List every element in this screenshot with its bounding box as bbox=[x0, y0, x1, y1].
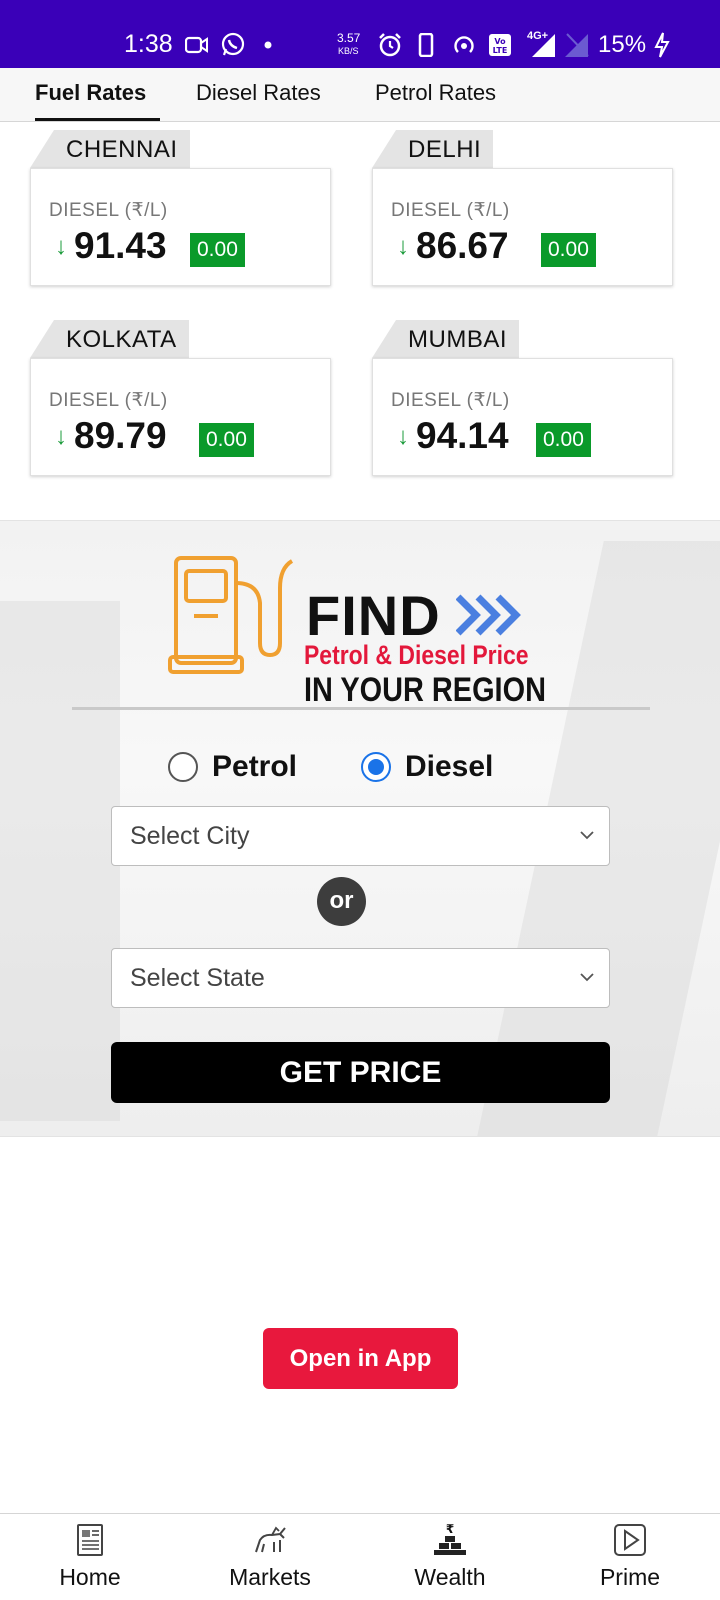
radio-label: Diesel bbox=[405, 750, 494, 783]
find-price-section: FIND Petrol & Diesel Price IN YOUR REGIO… bbox=[0, 520, 720, 1137]
down-arrow-icon: ↓ bbox=[397, 233, 409, 260]
or-separator: or bbox=[317, 877, 366, 926]
status-bar: 1:38 3.57 KB/S Vo LTE 4G+ 15% bbox=[0, 0, 720, 68]
radio-petrol[interactable]: Petrol bbox=[168, 747, 297, 787]
newspaper-icon bbox=[77, 1524, 103, 1556]
bull-icon bbox=[255, 1526, 286, 1553]
chevron-down-icon bbox=[580, 973, 594, 982]
find-title: FIND bbox=[306, 584, 441, 647]
fuel-label: DIESEL (₹/L) bbox=[49, 390, 168, 411]
nav-label: Markets bbox=[229, 1564, 311, 1590]
dot-icon bbox=[264, 41, 272, 49]
nav-markets[interactable]: Markets bbox=[180, 1514, 360, 1600]
fuel-price: 94.14 bbox=[416, 415, 509, 456]
price-change-badge: 0.00 bbox=[536, 423, 591, 457]
signal-icon bbox=[532, 34, 555, 57]
net-speed-value: 3.57 bbox=[337, 31, 361, 45]
tab-petrol-rates[interactable]: Petrol Rates bbox=[375, 80, 496, 106]
price-card: DIESEL (₹/L) ↓ 94.14 0.00 bbox=[372, 358, 673, 476]
svg-text:Vo: Vo bbox=[494, 37, 506, 46]
price-change-badge: 0.00 bbox=[541, 233, 596, 267]
active-tab-indicator bbox=[35, 118, 160, 121]
nav-label: Home bbox=[59, 1564, 121, 1590]
select-city-dropdown[interactable]: Select City bbox=[111, 806, 610, 866]
radio-unchecked-icon bbox=[168, 752, 198, 782]
fuel-label: DIESEL (₹/L) bbox=[391, 390, 510, 411]
tab-diesel-rates[interactable]: Diesel Rates bbox=[196, 80, 321, 106]
signal-empty-icon bbox=[565, 33, 589, 57]
fuel-pump-icon bbox=[168, 556, 294, 674]
nav-home[interactable]: Home bbox=[0, 1514, 180, 1600]
volte-icon: Vo LTE bbox=[489, 34, 511, 56]
charging-icon bbox=[654, 32, 670, 58]
price-change-badge: 0.00 bbox=[190, 233, 245, 267]
find-logo: FIND Petrol & Diesel Price IN YOUR REGIO… bbox=[168, 553, 548, 709]
nav-label: Wealth bbox=[414, 1564, 486, 1590]
find-region-title: IN YOUR REGION bbox=[304, 671, 546, 709]
alarm-icon bbox=[379, 33, 401, 57]
whatsapp-icon bbox=[221, 32, 245, 56]
phone-icon bbox=[418, 33, 434, 57]
get-price-button[interactable]: GET PRICE bbox=[111, 1042, 610, 1103]
fuel-label: DIESEL (₹/L) bbox=[49, 200, 168, 221]
radio-diesel[interactable]: Diesel bbox=[361, 747, 493, 787]
rupee-gold-icon: ₹ bbox=[434, 1522, 466, 1555]
fuel-tabs: Fuel Rates Diesel Rates Petrol Rates bbox=[0, 68, 720, 122]
video-camera-icon bbox=[185, 36, 208, 54]
city-name: KOLKATA bbox=[54, 320, 189, 358]
divider bbox=[72, 707, 650, 710]
battery-percent: 15% bbox=[598, 31, 647, 58]
city-name: DELHI bbox=[396, 130, 494, 168]
down-arrow-icon: ↓ bbox=[55, 423, 67, 450]
tab-fuel-rates[interactable]: Fuel Rates bbox=[35, 80, 146, 106]
bottom-navigation: Home Markets ₹ Wealth Prime bbox=[0, 1513, 720, 1600]
open-in-app-button[interactable]: Open in App bbox=[263, 1328, 458, 1389]
chevrons-icon bbox=[456, 594, 521, 636]
play-icon bbox=[614, 1524, 646, 1556]
city-name: CHENNAI bbox=[54, 130, 190, 168]
svg-text:LTE: LTE bbox=[493, 46, 508, 55]
chevron-down-icon bbox=[580, 831, 594, 840]
price-card: DIESEL (₹/L) ↓ 89.79 0.00 bbox=[30, 358, 331, 476]
radio-checked-icon bbox=[361, 752, 391, 782]
find-subtitle: Petrol & Diesel Price bbox=[304, 640, 529, 670]
nav-wealth[interactable]: ₹ Wealth bbox=[360, 1514, 540, 1600]
svg-text:₹: ₹ bbox=[446, 1522, 454, 1536]
price-change-badge: 0.00 bbox=[199, 423, 254, 457]
select-state-dropdown[interactable]: Select State bbox=[111, 948, 610, 1008]
fuel-price: 91.43 bbox=[74, 225, 167, 266]
select-city-placeholder: Select City bbox=[130, 822, 250, 850]
fuel-price: 86.67 bbox=[416, 225, 509, 266]
down-arrow-icon: ↓ bbox=[55, 233, 67, 260]
price-card: DIESEL (₹/L) ↓ 91.43 0.00 bbox=[30, 168, 331, 286]
radio-label: Petrol bbox=[212, 750, 298, 783]
background-shape bbox=[0, 601, 120, 1121]
fuel-label: DIESEL (₹/L) bbox=[391, 200, 510, 221]
city-name: MUMBAI bbox=[396, 320, 519, 358]
hotspot-icon bbox=[454, 36, 474, 53]
down-arrow-icon: ↓ bbox=[397, 423, 409, 450]
price-card: DIESEL (₹/L) ↓ 86.67 0.00 bbox=[372, 168, 673, 286]
nav-label: Prime bbox=[599, 1564, 661, 1590]
nav-prime[interactable]: Prime bbox=[540, 1514, 720, 1600]
fuel-price: 89.79 bbox=[74, 415, 167, 456]
net-speed-unit: KB/S bbox=[338, 46, 359, 56]
status-time: 1:38 bbox=[124, 30, 173, 58]
select-state-placeholder: Select State bbox=[130, 964, 265, 992]
